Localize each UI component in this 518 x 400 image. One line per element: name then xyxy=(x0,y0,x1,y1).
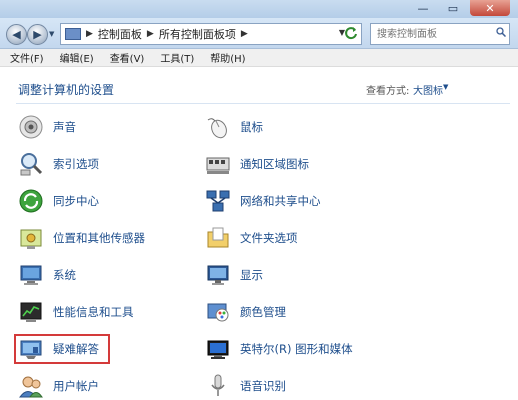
address-bar[interactable]: ▶ 控制面板 ▶ 所有控制面板项 ▶ ▼ xyxy=(60,23,362,45)
item-network-sharing[interactable]: 网络和共享中心 xyxy=(205,188,425,214)
breadcrumb-separator-icon[interactable]: ▶ xyxy=(241,29,248,39)
maximize-button[interactable]: ▭ xyxy=(436,0,470,16)
breadcrumb-control-panel[interactable]: 控制面板 xyxy=(98,26,142,42)
item-label: 文件夹选项 xyxy=(240,231,298,245)
control-panel-content: 调整计算机的设置 查看方式: 大图标 ▼ 声音 索引选项 同步中心 位置和其他传… xyxy=(0,67,518,400)
chevron-down-icon[interactable]: ▼ xyxy=(443,83,448,91)
minimize-button[interactable]: — xyxy=(410,0,436,16)
item-label: 系统 xyxy=(53,268,76,282)
speaker-icon xyxy=(19,115,43,139)
item-label: 同步中心 xyxy=(53,194,99,208)
menu-view[interactable]: 查看(V) xyxy=(110,50,145,65)
item-label: 颜色管理 xyxy=(240,305,286,319)
menu-file[interactable]: 文件(F) xyxy=(10,50,44,65)
forward-button[interactable]: ▶ xyxy=(27,24,48,45)
view-mode-selector[interactable]: 大图标 xyxy=(413,82,443,97)
recent-pages-dropdown[interactable]: ▼ xyxy=(49,30,54,38)
close-button[interactable]: ✕ xyxy=(470,0,510,16)
item-label: 显示 xyxy=(240,268,263,282)
item-display[interactable]: 显示 xyxy=(205,262,425,288)
address-toolbar: ◀ ▶ ▼ ▶ 控制面板 ▶ 所有控制面板项 ▶ ▼ xyxy=(0,18,518,49)
user-accounts-icon xyxy=(19,376,43,398)
item-label: 性能信息和工具 xyxy=(53,305,134,319)
window-controls: — ▭ ✕ xyxy=(410,0,510,16)
page-title: 调整计算机的设置 xyxy=(18,83,115,97)
title-bar: — ▭ ✕ xyxy=(0,0,518,18)
item-label: 声音 xyxy=(53,120,76,134)
refresh-button[interactable] xyxy=(343,23,359,43)
item-intel-graphics[interactable]: 英特尔(R) 图形和媒体 xyxy=(205,336,425,362)
color-management-icon xyxy=(207,303,229,322)
refresh-icon xyxy=(345,27,357,40)
system-monitor-icon xyxy=(20,265,42,285)
notification-tray-icon xyxy=(206,157,230,174)
item-label: 语音识别 xyxy=(240,379,286,393)
menu-help[interactable]: 帮助(H) xyxy=(210,50,245,65)
index-magnifier-icon xyxy=(20,153,43,176)
item-notification-icons[interactable]: 通知区域图标 xyxy=(205,151,425,177)
search-box[interactable] xyxy=(370,23,510,45)
breadcrumb-separator-icon[interactable]: ▶ xyxy=(147,29,154,39)
location-sensor-icon xyxy=(20,229,42,249)
sync-center-icon xyxy=(19,189,43,213)
view-mode-label: 查看方式: xyxy=(366,86,410,97)
item-label: 用户帐户 xyxy=(53,379,99,393)
search-input[interactable] xyxy=(375,24,489,44)
item-folder-options[interactable]: 文件夹选项 xyxy=(205,225,425,251)
item-label: 位置和其他传感器 xyxy=(53,231,145,245)
performance-chart-icon xyxy=(20,302,42,322)
item-label: 索引选项 xyxy=(53,157,99,171)
item-color-management[interactable]: 颜色管理 xyxy=(205,299,425,325)
microphone-icon xyxy=(211,374,225,396)
folder-options-icon xyxy=(207,227,229,248)
menu-bar: 文件(F) 编辑(E) 查看(V) 工具(T) 帮助(H) xyxy=(0,49,518,67)
breadcrumb-separator-icon[interactable]: ▶ xyxy=(86,29,93,39)
menu-tools[interactable]: 工具(T) xyxy=(160,50,194,65)
item-label: 网络和共享中心 xyxy=(240,194,321,208)
back-button[interactable]: ◀ xyxy=(6,24,27,45)
header-divider xyxy=(16,103,510,104)
breadcrumb-all-items[interactable]: 所有控制面板项 xyxy=(159,26,236,42)
item-label: 英特尔(R) 图形和媒体 xyxy=(240,342,353,356)
item-label: 通知区域图标 xyxy=(240,157,309,171)
display-icon xyxy=(207,265,229,285)
item-label: 鼠标 xyxy=(240,120,263,134)
menu-edit[interactable]: 编辑(E) xyxy=(60,50,94,65)
intel-graphics-icon xyxy=(207,340,229,359)
mouse-icon xyxy=(207,118,227,139)
control-panel-icon xyxy=(65,28,81,40)
network-sharing-icon xyxy=(206,190,230,212)
highlight-frame xyxy=(14,334,110,364)
item-speech-recognition[interactable]: 语音识别 xyxy=(205,373,425,399)
item-mouse[interactable]: 鼠标 xyxy=(205,114,425,140)
search-icon[interactable] xyxy=(496,27,506,37)
